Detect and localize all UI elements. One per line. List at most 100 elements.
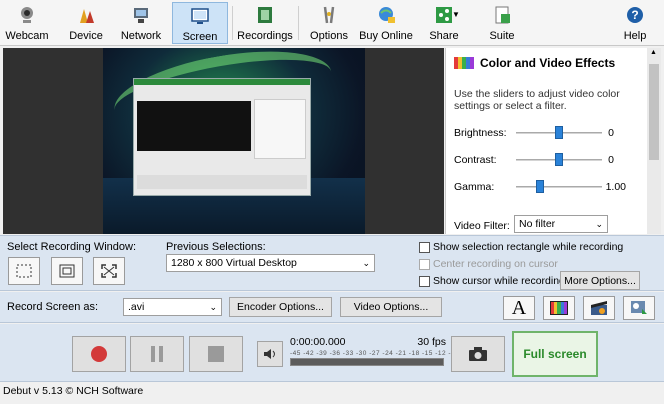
volume-button[interactable] bbox=[257, 341, 283, 367]
snapshot-button[interactable] bbox=[451, 336, 505, 372]
watermark-button[interactable] bbox=[623, 296, 655, 320]
buy-online-icon bbox=[376, 5, 396, 25]
webcam-button[interactable]: Webcam bbox=[4, 2, 50, 44]
scroll-up-icon[interactable]: ▲ bbox=[650, 49, 657, 56]
share-icon bbox=[434, 5, 454, 25]
more-options-button[interactable]: More Options... bbox=[560, 271, 640, 290]
options-icon bbox=[319, 5, 339, 25]
main-toolbar: Webcam Device Network Screen Recordings … bbox=[0, 0, 664, 46]
network-button[interactable]: Network bbox=[118, 2, 164, 44]
help-label: Help bbox=[623, 30, 647, 42]
status-bar: Debut v 5.13 © NCH Software bbox=[3, 385, 144, 397]
network-icon bbox=[131, 5, 151, 25]
buy-online-button[interactable]: Buy Online bbox=[358, 2, 414, 44]
pause-button[interactable] bbox=[130, 336, 184, 372]
screen-button[interactable]: Screen bbox=[172, 2, 228, 44]
show-rectangle-checkbox[interactable]: Show selection rectangle while recording bbox=[419, 241, 623, 253]
gamma-label: Gamma: bbox=[454, 181, 495, 193]
preview-app-window bbox=[133, 78, 311, 196]
text-overlay-button[interactable]: A bbox=[503, 296, 535, 320]
recordings-icon bbox=[255, 5, 275, 25]
scrollbar-thumb[interactable] bbox=[649, 64, 659, 160]
pause-icon bbox=[151, 346, 163, 362]
share-dropdown-icon[interactable]: ▼ bbox=[452, 10, 460, 19]
level-meter: 0:00:00.000 30 fps -45 -42 -39 -36 -33 -… bbox=[288, 336, 479, 372]
webcam-label: Webcam bbox=[5, 30, 49, 42]
effects-title: Color and Video Effects bbox=[480, 56, 616, 70]
stop-button[interactable] bbox=[189, 336, 243, 372]
share-button[interactable]: Share bbox=[424, 2, 464, 44]
suite-button[interactable]: Suite bbox=[484, 2, 520, 44]
suite-icon bbox=[492, 5, 512, 25]
select-fullscreen-button[interactable] bbox=[93, 257, 125, 285]
recordings-label: Recordings bbox=[237, 30, 293, 42]
previous-selections-select[interactable]: 1280 x 800 Virtual Desktop ⌄ bbox=[166, 254, 375, 272]
record-as-label: Record Screen as: bbox=[7, 301, 99, 313]
show-cursor-checkbox[interactable]: Show cursor while recording bbox=[419, 275, 565, 287]
audio-level-bar bbox=[290, 358, 444, 366]
text-overlay-icon: A bbox=[511, 296, 527, 319]
toolbar-separator bbox=[298, 6, 299, 40]
center-cursor-checkbox: Center recording on cursor bbox=[419, 258, 558, 270]
previous-selection-value: 1280 x 800 Virtual Desktop bbox=[171, 257, 297, 269]
encoder-options-button[interactable]: Encoder Options... bbox=[229, 297, 332, 317]
contrast-row: Contrast: 0 bbox=[454, 153, 614, 167]
chevron-down-icon: ⌄ bbox=[362, 257, 370, 268]
video-filter-value: No filter bbox=[519, 218, 556, 230]
format-select[interactable]: .avi ⌄ bbox=[123, 298, 222, 316]
share-label: Share bbox=[429, 30, 459, 42]
help-button[interactable]: ? Help bbox=[620, 2, 650, 44]
brightness-value: 0 bbox=[608, 127, 614, 139]
toolbar-separator bbox=[232, 6, 233, 40]
effects-header: Color and Video Effects bbox=[454, 56, 615, 70]
svg-text:?: ? bbox=[631, 8, 638, 22]
screen-preview bbox=[3, 48, 444, 234]
previous-selections-label: Previous Selections: bbox=[166, 241, 266, 253]
select-window-label: Select Recording Window: bbox=[7, 241, 137, 253]
full-screen-button[interactable]: Full screen bbox=[512, 331, 598, 377]
contrast-slider[interactable] bbox=[516, 153, 602, 167]
record-button[interactable] bbox=[72, 336, 126, 372]
frame-rate: 30 fps bbox=[417, 336, 446, 348]
record-icon bbox=[91, 346, 107, 362]
chevron-down-icon: ⌄ bbox=[209, 301, 217, 312]
color-video-effects-panel: Color and Video Effects Use the sliders … bbox=[445, 48, 661, 234]
color-effects-button[interactable] bbox=[543, 296, 575, 320]
video-effects-button[interactable] bbox=[583, 296, 615, 320]
selection-area: Select Recording Window: Previous Select… bbox=[0, 235, 664, 291]
recordings-button[interactable]: Recordings bbox=[236, 2, 294, 44]
select-region-button[interactable] bbox=[8, 257, 40, 285]
show-cursor-label: Show cursor while recording bbox=[433, 275, 565, 287]
recording-controls: 0:00:00.000 30 fps -45 -42 -39 -36 -33 -… bbox=[0, 324, 664, 382]
options-label: Options bbox=[310, 30, 348, 42]
color-bars-icon bbox=[550, 301, 568, 315]
clapperboard-icon bbox=[591, 301, 607, 315]
device-label: Device bbox=[69, 30, 103, 42]
contrast-label: Contrast: bbox=[454, 154, 497, 166]
options-button[interactable]: Options bbox=[306, 2, 352, 44]
gamma-row: Gamma: 1.00 bbox=[454, 180, 626, 194]
camera-icon bbox=[469, 347, 487, 361]
format-value: .avi bbox=[128, 301, 145, 313]
video-filter-select[interactable]: No filter ⌄ bbox=[514, 215, 608, 233]
device-icon bbox=[76, 5, 96, 25]
recording-time: 0:00:00.000 bbox=[290, 336, 346, 348]
show-rectangle-label: Show selection rectangle while recording bbox=[433, 241, 624, 253]
device-button[interactable]: Device bbox=[66, 2, 106, 44]
video-options-button[interactable]: Video Options... bbox=[340, 297, 442, 317]
region-select-icon bbox=[16, 264, 32, 278]
stop-icon bbox=[208, 346, 224, 362]
brightness-slider[interactable] bbox=[516, 126, 602, 140]
brightness-slider-thumb[interactable] bbox=[555, 126, 563, 139]
gamma-slider[interactable] bbox=[516, 180, 602, 194]
effects-scrollbar[interactable]: ▲ bbox=[647, 48, 661, 234]
gamma-slider-thumb[interactable] bbox=[536, 180, 544, 193]
expand-icon bbox=[101, 264, 117, 278]
contrast-slider-thumb[interactable] bbox=[555, 153, 563, 166]
gamma-value: 1.00 bbox=[605, 181, 626, 193]
select-window-button[interactable] bbox=[51, 257, 83, 285]
record-settings-row: Record Screen as: .avi ⌄ Encoder Options… bbox=[0, 292, 664, 323]
effects-description: Use the sliders to adjust video color se… bbox=[454, 88, 620, 112]
help-icon: ? bbox=[625, 5, 645, 25]
webcam-icon bbox=[17, 5, 37, 25]
